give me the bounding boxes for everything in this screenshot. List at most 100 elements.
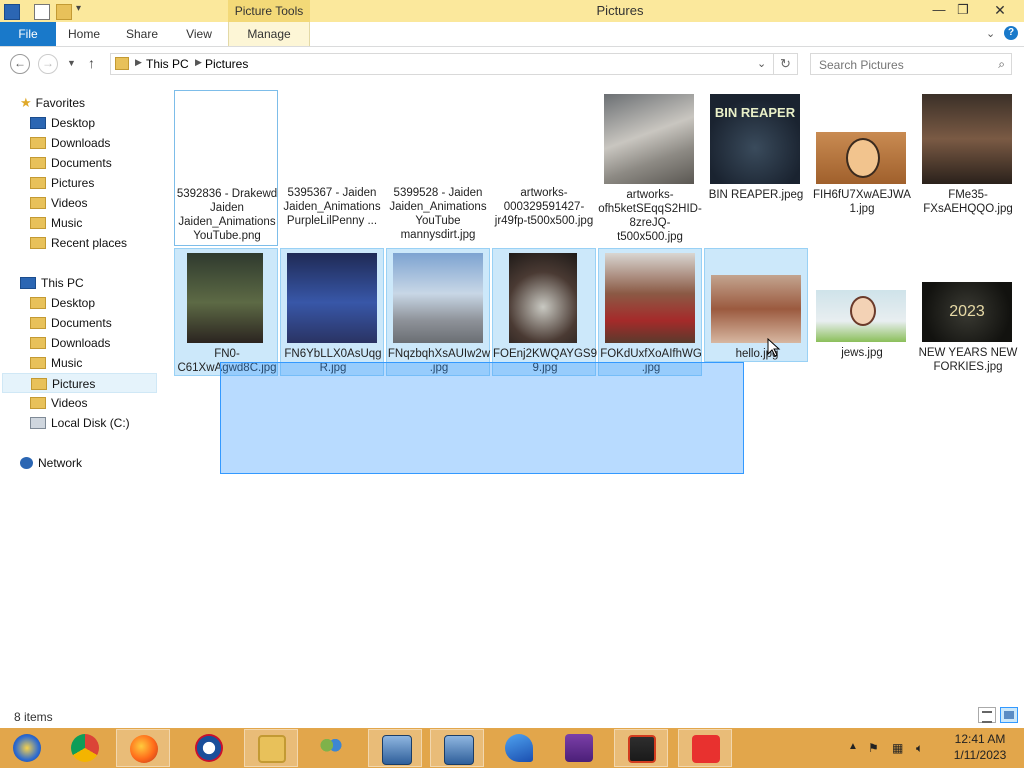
nav-pc-music[interactable]: Music [30,353,82,373]
minimize-button[interactable]: — [928,0,950,22]
pictures-icon [30,177,46,189]
taskbar-app-people[interactable] [304,729,358,767]
file-item[interactable]: FOKdUxfXoAIfhWG.jpg [598,248,702,376]
nav-fav-recent-places[interactable]: Recent places [30,233,127,253]
taskbar-app-blue[interactable] [492,729,546,767]
file-item[interactable]: FN0-C61XwAgwd8C.jpg [174,248,278,376]
file-item[interactable]: BIN REAPER BIN REAPER.jpeg [704,90,808,246]
up-button[interactable]: ↑ [88,55,95,71]
breadcrumb-pictures[interactable]: Pictures [205,57,248,71]
large-icons-view-button[interactable] [1000,707,1018,723]
show-hidden-icons-icon[interactable]: ▲ [848,741,858,752]
taskbar-clock[interactable]: 12:41 AM 1/11/2023 [942,731,1018,763]
file-item[interactable]: FOEnj2KWQAYGS99.jpg [492,248,597,376]
properties-icon[interactable] [34,4,50,20]
search-input[interactable] [817,55,991,75]
videos-icon [30,197,46,209]
details-view-button[interactable] [978,707,996,723]
nav-label: Downloads [51,136,111,150]
search-icon[interactable]: ⌕ [998,57,1005,72]
nav-fav-documents[interactable]: Documents [30,153,112,173]
flag-icon[interactable]: ⚑ [868,741,879,755]
file-item[interactable]: 5399528 - Jaiden Jaiden_Animations YouTu… [386,90,490,246]
nav-fav-downloads[interactable]: Downloads [30,133,110,153]
nav-label: Music [51,356,83,370]
forward-button[interactable]: → [38,54,58,74]
nav-this-pc[interactable]: This PC [20,273,84,293]
file-item[interactable]: artworks-ofh5ketSEqqS2HID-8zreJQ-t500x50… [598,90,702,246]
tab-home[interactable]: Home [60,22,108,46]
tab-manage[interactable]: Manage [228,22,310,46]
nav-fav-pictures[interactable]: Pictures [30,173,94,193]
taskbar-app-campaign[interactable] [182,729,236,767]
nav-label: Recent places [51,236,128,250]
thumbnail [922,94,1012,184]
volume-icon[interactable]: 🔈︎ [916,741,923,756]
tab-view[interactable]: View [176,22,222,46]
nav-network[interactable]: Network [20,453,82,473]
file-item[interactable]: 2023 NEW YEARS NEW FORKIES.jpg [916,248,1020,376]
address-bar[interactable]: ▶ This PC ▶ Pictures ⌄ [110,53,774,75]
nav-pc-local-disk[interactable]: Local Disk (C:) [30,413,130,433]
back-button[interactable]: ← [10,54,30,74]
taskbar-app-chrome[interactable] [58,729,112,767]
nav-pc-videos[interactable]: Videos [30,393,87,413]
search-box[interactable]: ⌕ [810,53,1012,75]
recent-locations-icon[interactable]: ▼ [67,58,76,68]
tab-share[interactable]: Share [118,22,166,46]
file-name: FIH6fU7XwAEJWA1.jpg [813,189,911,215]
nav-favorites[interactable]: ★ Favorites [20,93,85,113]
nav-pc-documents[interactable]: Documents [30,313,112,333]
taskbar-app-game[interactable] [614,729,668,767]
downloads-icon [30,337,46,349]
expand-ribbon-icon[interactable]: ⌄ [986,27,995,40]
clock-date: 1/11/2023 [953,748,1007,762]
app-icon [565,734,593,762]
address-dropdown-icon[interactable]: ⌄ [757,57,766,70]
taskbar-app-firefox[interactable] [116,729,170,767]
status-item-count: 8 items [14,710,53,724]
nav-pc-downloads[interactable]: Downloads [30,333,110,353]
maximize-button[interactable]: ❐ [952,0,974,22]
file-item[interactable]: jews.jpg [810,248,914,376]
file-item[interactable]: hello.jpg [704,248,808,362]
remote-desktop-icon [382,735,412,765]
file-item[interactable]: FNqzbqhXsAUIw2w.jpg [386,248,490,376]
file-item[interactable]: FMe35-FXsAEHQQO.jpg [916,90,1020,246]
file-item[interactable]: FIH6fU7XwAEJWA1.jpg [810,90,914,246]
nav-label: Favorites [35,96,86,110]
new-folder-icon[interactable] [56,4,72,20]
file-item[interactable]: 5395367 - Jaiden Jaiden_Animations Purpl… [280,90,384,246]
selection-marquee [220,362,744,474]
app-icon [505,734,533,762]
close-button[interactable]: ✕ [976,0,1024,22]
file-item[interactable]: FN6YbLLX0AsUqgR.jpg [280,248,384,376]
documents-icon [30,157,46,169]
nav-fav-music[interactable]: Music [30,213,82,233]
taskbar-app-remote-2[interactable] [430,729,484,767]
taskbar-app-purple[interactable] [552,729,606,767]
breadcrumb-this-pc[interactable]: This PC [146,57,189,71]
file-item[interactable]: 5392836 - Drakewd Jaiden Jaiden_Animatio… [174,90,278,246]
pictures-folder-icon [115,57,129,70]
folder-icon [258,735,286,763]
taskbar-app-media-player[interactable] [0,729,54,767]
nav-pc-pictures[interactable]: Pictures [2,373,157,393]
tab-file[interactable]: File [0,22,56,46]
network-tray-icon[interactable]: ▦ [892,741,903,755]
nav-fav-videos[interactable]: Videos [30,193,87,213]
refresh-button[interactable]: ↻ [774,53,798,75]
file-name: artworks-000329591427-jr49fp-t500x500.jp… [494,187,594,227]
nav-label: Desktop [51,296,96,310]
taskbar-app-file-explorer[interactable] [244,729,298,767]
nav-pc-desktop[interactable]: Desktop [30,293,95,313]
nav-fav-desktop[interactable]: Desktop [30,113,95,133]
thumbnail [605,253,695,343]
help-icon[interactable]: ? [1004,26,1018,40]
explorer-icon [4,4,20,20]
taskbar-app-remote-1[interactable] [368,729,422,767]
taskbar-app-anydesk[interactable] [678,729,732,767]
file-item[interactable]: artworks-000329591427-jr49fp-t500x500.jp… [492,90,596,246]
customize-qat-icon[interactable]: ▾ [76,3,81,14]
nav-label: Desktop [51,116,96,130]
